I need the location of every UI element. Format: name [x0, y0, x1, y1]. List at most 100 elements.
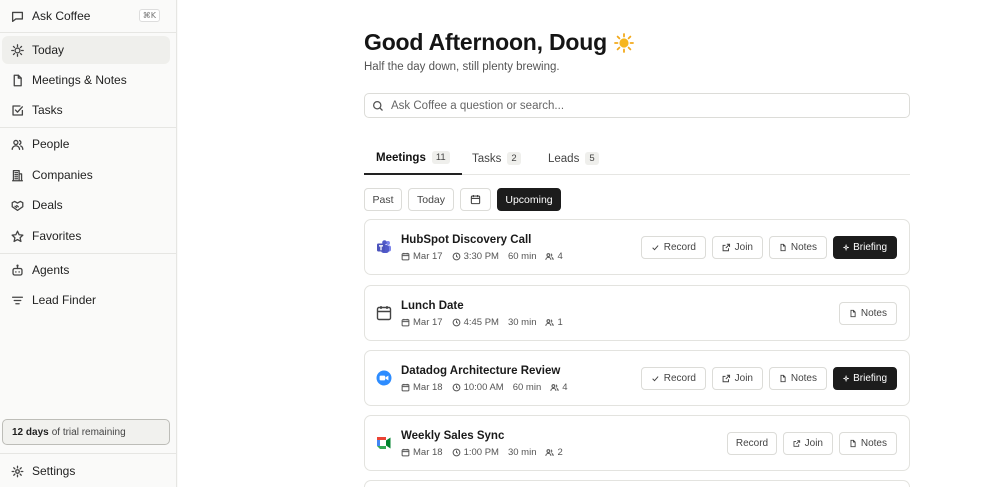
check-icon: [652, 376, 659, 382]
calendar-icon: [401, 383, 410, 392]
sidebar-item-deals[interactable]: Deals: [2, 191, 170, 219]
meeting-time: 10:00 AM: [463, 382, 504, 393]
trial-days: 12 days: [12, 426, 49, 438]
external-link-icon: [793, 440, 801, 447]
sidebar-item-favorites[interactable]: Favorites: [2, 222, 170, 250]
button-label: Join: [734, 242, 753, 253]
star-icon: [10, 229, 24, 243]
trial-banner[interactable]: 12 days of trial remaining: [2, 419, 170, 445]
tab-label: Tasks: [472, 152, 502, 165]
meeting-card[interactable]: Datadog Architecture Review Mar 18 10:00…: [364, 350, 910, 406]
filter-calendar-button[interactable]: [460, 188, 491, 211]
meeting-card[interactable]: HubSpot Discovery Call Mar 17 3:30 PM 60…: [364, 219, 910, 275]
sidebar-divider: [0, 127, 177, 128]
meeting-attendees: 4: [562, 382, 568, 393]
meeting-card[interactable]: Lunch Date Mar 17 4:45 PM 30 min 1 Notes: [364, 285, 910, 341]
notes-button[interactable]: Notes: [839, 302, 897, 325]
building-icon: [10, 168, 24, 182]
button-label: Record: [735, 438, 769, 449]
briefing-button[interactable]: Briefing: [833, 236, 897, 259]
calendar-icon: [376, 306, 392, 321]
google-meet-icon: [377, 437, 391, 449]
filter-upcoming-button[interactable]: Upcoming: [497, 188, 561, 211]
button-label: Briefing: [853, 373, 887, 384]
meeting-card[interactable]: Weekly Sales Sync Mar 18 1:00 PM 30 min …: [364, 415, 910, 471]
calendar-icon: [401, 318, 410, 327]
meeting-duration: 60 min: [507, 251, 537, 262]
button-label: Join: [804, 438, 823, 449]
notes-button[interactable]: Notes: [839, 432, 897, 455]
meeting-card-partial[interactable]: [364, 480, 910, 487]
filter-past-button[interactable]: Past: [364, 188, 402, 211]
search-input[interactable]: [391, 99, 891, 112]
record-button[interactable]: Record: [641, 367, 706, 390]
sidebar-item-label: Today: [32, 43, 65, 57]
button-label: Record: [663, 373, 696, 384]
sidebar: Ask Coffee ⌘K Today Meetings & Notes Tas…: [0, 0, 177, 487]
sun-emoji-icon: [614, 32, 634, 53]
button-label: Briefing: [853, 242, 887, 253]
meeting-attendees: 2: [557, 447, 563, 458]
join-button[interactable]: Join: [712, 367, 763, 390]
join-button[interactable]: Join: [712, 236, 763, 259]
record-button[interactable]: Record: [641, 236, 706, 259]
sidebar-item-label: Favorites: [32, 229, 82, 243]
join-button[interactable]: Join: [783, 432, 833, 455]
sidebar-item-people[interactable]: People: [2, 130, 170, 158]
people-icon: [550, 384, 559, 391]
ask-coffee-label: Ask Coffee: [32, 9, 91, 23]
sidebar-item-tasks[interactable]: Tasks: [2, 96, 170, 124]
briefing-button[interactable]: Briefing: [833, 367, 897, 390]
tab-tasks[interactable]: Tasks 2: [460, 142, 533, 175]
notes-button[interactable]: Notes: [769, 236, 827, 259]
sidebar-item-label: Agents: [32, 263, 70, 277]
meeting-attendees: 1: [557, 317, 563, 328]
button-label: Join: [734, 373, 753, 384]
sidebar-item-label: Companies: [32, 168, 93, 182]
tab-count-badge: 5: [585, 152, 599, 165]
notes-button[interactable]: Notes: [769, 367, 827, 390]
filter-today-button[interactable]: Today: [408, 188, 454, 211]
meeting-title: Datadog Architecture Review: [401, 365, 561, 377]
gear-icon: [10, 464, 24, 478]
ask-coffee-button[interactable]: Ask Coffee ⌘K: [2, 2, 170, 30]
button-label: Record: [663, 242, 696, 253]
meeting-title: Lunch Date: [401, 300, 464, 312]
check-icon: [652, 245, 659, 251]
sidebar-item-label: Tasks: [32, 103, 63, 117]
meeting-time: 1:00 PM: [463, 447, 499, 458]
external-link-icon: [722, 374, 731, 383]
meeting-actions: Notes: [833, 302, 897, 325]
clock-icon: [452, 448, 460, 457]
sidebar-item-meetings-notes[interactable]: Meetings & Notes: [2, 66, 170, 94]
document-icon: [850, 439, 856, 448]
tab-count-badge: 2: [507, 152, 521, 165]
sidebar-item-lead-finder[interactable]: Lead Finder: [2, 286, 170, 314]
clock-icon: [452, 318, 460, 327]
button-label: Notes: [860, 438, 887, 449]
calendar-icon: [470, 195, 481, 205]
search-box[interactable]: [364, 93, 910, 118]
sidebar-item-today[interactable]: Today: [2, 36, 170, 64]
meeting-attendees: 4: [557, 251, 563, 262]
meeting-duration: 30 min: [507, 317, 537, 328]
sun-icon: [10, 43, 24, 57]
meeting-time: 3:30 PM: [463, 251, 499, 262]
document-icon: [850, 309, 856, 318]
sidebar-item-agents[interactable]: Agents: [2, 256, 170, 284]
button-label: Notes: [790, 242, 817, 253]
tab-leads[interactable]: Leads 5: [536, 142, 611, 175]
shortcut-badge: ⌘K: [138, 9, 160, 22]
record-button[interactable]: Record: [727, 432, 777, 455]
meeting-date: Mar 17: [413, 251, 443, 262]
meeting-actions: Record Join Notes: [721, 432, 897, 455]
sidebar-item-companies[interactable]: Companies: [2, 161, 170, 189]
tab-meetings[interactable]: Meetings 11: [364, 142, 462, 175]
calendar-icon: [401, 448, 410, 457]
meeting-date: Mar 18: [413, 447, 443, 458]
document-icon: [780, 243, 786, 252]
sidebar-item-settings[interactable]: Settings: [2, 457, 170, 485]
sidebar-item-label: Meetings & Notes: [32, 73, 127, 87]
people-icon: [545, 449, 555, 456]
search-icon: [373, 100, 383, 111]
